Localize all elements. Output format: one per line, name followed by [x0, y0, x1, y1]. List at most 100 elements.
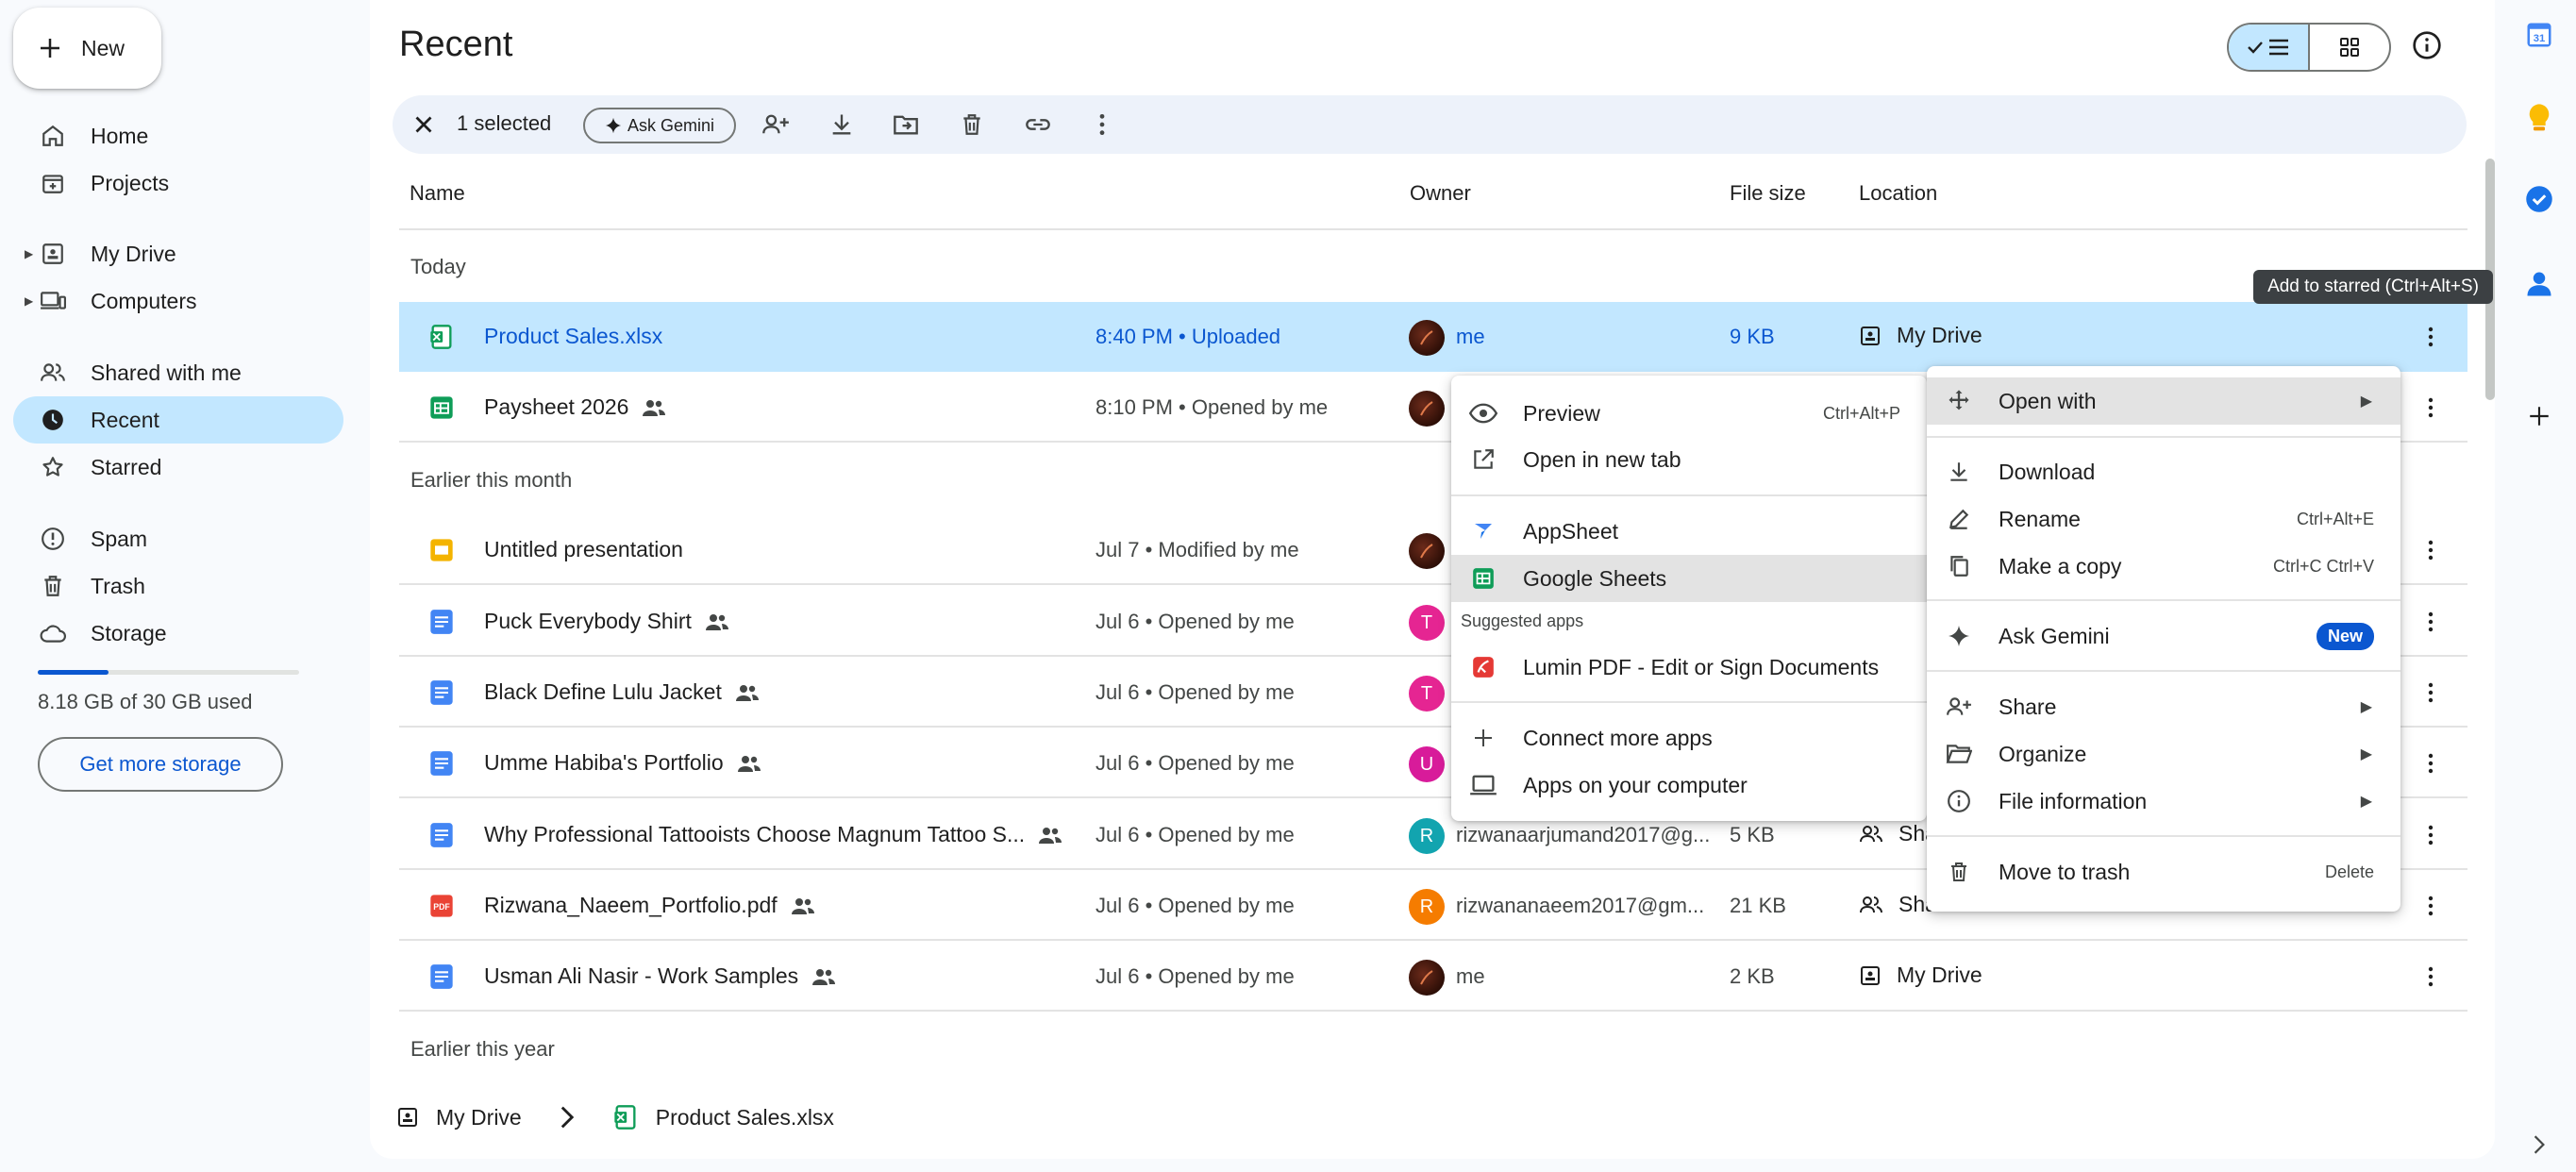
sidebar-item-my-drive[interactable]: ▶ My Drive	[13, 230, 343, 277]
menu-item-appsheet[interactable]: AppSheet	[1451, 508, 1927, 555]
new-button[interactable]: New	[13, 8, 161, 89]
sidebar-item-label: Projects	[91, 170, 170, 195]
menu-item-ask-gemini[interactable]: Ask Gemini New	[1927, 612, 2400, 660]
delete-trash-icon[interactable]	[957, 109, 987, 140]
hide-side-panel-chevron-icon[interactable]	[2523, 1129, 2555, 1161]
share-add-person-icon	[1944, 692, 1974, 722]
breadcrumb-my-drive[interactable]: My Drive	[436, 1105, 522, 1130]
column-header-file-size[interactable]: File size	[1730, 181, 1806, 206]
move-folder-icon[interactable]	[891, 109, 921, 140]
shared-people-icon	[705, 611, 729, 632]
menu-item-move-to-trash[interactable]: Move to trash Delete	[1927, 848, 2400, 896]
menu-item-make-copy[interactable]: Make a copy Ctrl+C Ctrl+V	[1927, 543, 2400, 590]
row-more-actions-icon[interactable]	[2417, 963, 2445, 991]
sidebar-item-label: Trash	[91, 573, 145, 598]
row-more-actions-icon[interactable]	[2417, 821, 2445, 849]
file-last-activity: Jul 6 • Opened by me	[1096, 894, 1295, 917]
shared-people-icon	[735, 682, 760, 703]
share-add-person-icon[interactable]	[761, 109, 791, 140]
column-header-name[interactable]: Name	[410, 181, 465, 206]
get-more-storage-button[interactable]: Get more storage	[38, 737, 283, 792]
google-docs-icon	[427, 678, 456, 707]
column-header-owner[interactable]: Owner	[1410, 181, 1471, 206]
ask-gemini-button[interactable]: Ask Gemini	[583, 108, 736, 143]
sidebar-item-home[interactable]: Home	[13, 112, 343, 159]
row-more-actions-icon[interactable]	[2417, 678, 2445, 707]
menu-item-preview[interactable]: Preview Ctrl+Alt+P	[1451, 390, 1927, 437]
clear-selection-close-icon[interactable]	[410, 110, 438, 139]
svg-text:PDF: PDF	[433, 902, 450, 912]
storage-text: 8.18 GB of 30 GB used	[38, 690, 253, 713]
sidebar-item-recent[interactable]: Recent	[13, 396, 343, 444]
sidebar-item-computers[interactable]: ▶ Computers	[13, 277, 343, 325]
row-more-actions-icon[interactable]	[2417, 393, 2445, 422]
sidebar-item-trash[interactable]: Trash	[13, 562, 343, 610]
caret-right-icon[interactable]: ▶	[25, 247, 33, 260]
file-name: Untitled presentation	[484, 537, 683, 561]
sidebar-item-starred[interactable]: Starred	[13, 444, 343, 491]
menu-item-computer-apps[interactable]: Apps on your computer	[1451, 762, 1927, 809]
submenu-arrow-icon: ▶	[2360, 393, 2372, 410]
sidebar-item-label: Starred	[91, 454, 162, 479]
folder-open-icon	[1944, 739, 1974, 769]
menu-item-lumin-pdf[interactable]: Lumin PDF - Edit or Sign Documents	[1451, 644, 1927, 691]
table-row[interactable]: Usman Ali Nasir - Work Samples Jul 6 • O…	[399, 942, 2467, 1012]
more-actions-icon[interactable]	[1087, 109, 1117, 140]
menu-item-file-information[interactable]: File information ▶	[1927, 778, 2400, 825]
details-info-icon[interactable]	[2412, 30, 2442, 60]
menu-item-organize[interactable]: Organize ▶	[1927, 730, 2400, 778]
file-location: My Drive	[1859, 963, 1982, 988]
file-last-activity: Jul 6 • Opened by me	[1096, 823, 1295, 846]
breadcrumb: My Drive Product Sales.xlsx	[396, 1104, 834, 1130]
new-badge: New	[2316, 622, 2374, 650]
menu-item-rename[interactable]: Rename Ctrl+Alt+E	[1927, 495, 2400, 543]
file-name: Usman Ali Nasir - Work Samples	[484, 963, 836, 989]
projects-icon	[38, 168, 68, 198]
google-docs-icon	[427, 608, 456, 636]
avatar: T	[1409, 605, 1445, 641]
spam-icon	[38, 524, 68, 554]
tasks-icon[interactable]	[2523, 183, 2555, 215]
download-icon[interactable]	[827, 109, 857, 140]
menu-divider	[1927, 436, 2400, 438]
row-more-actions-icon[interactable]	[2417, 536, 2445, 564]
breadcrumb-file[interactable]: Product Sales.xlsx	[656, 1105, 834, 1130]
caret-right-icon[interactable]: ▶	[25, 294, 33, 308]
google-docs-icon	[427, 963, 456, 991]
trash-icon	[38, 571, 68, 601]
submenu-arrow-icon: ▶	[2360, 699, 2372, 715]
add-addon-plus-icon[interactable]	[2523, 400, 2555, 432]
info-icon	[1944, 786, 1974, 816]
sidebar-item-shared[interactable]: Shared with me	[13, 349, 343, 396]
row-more-actions-icon[interactable]	[2417, 608, 2445, 636]
sidebar-item-storage[interactable]: Storage	[13, 610, 343, 657]
menu-item-download[interactable]: Download	[1927, 448, 2400, 495]
menu-item-share[interactable]: Share ▶	[1927, 683, 2400, 730]
sidebar-item-projects[interactable]: Projects	[13, 159, 343, 207]
sidebar-item-label: Storage	[91, 620, 167, 645]
file-size: 5 KB	[1730, 823, 1775, 846]
contacts-icon[interactable]	[2523, 268, 2555, 300]
menu-divider	[1927, 835, 2400, 837]
grid-view-button[interactable]	[2310, 25, 2389, 70]
menu-item-open-new-tab[interactable]: Open in new tab	[1451, 436, 1927, 483]
menu-divider	[1927, 599, 2400, 601]
menu-item-google-sheets[interactable]: Google Sheets	[1451, 555, 1927, 602]
table-row[interactable]: Product Sales.xlsx 8:40 PM • Uploaded me…	[399, 302, 2467, 372]
row-more-actions-icon[interactable]	[2417, 749, 2445, 778]
menu-divider	[1927, 670, 2400, 672]
avatar	[1409, 320, 1445, 356]
keep-icon[interactable]	[2523, 102, 2555, 134]
sidebar-item-spam[interactable]: Spam	[13, 515, 343, 562]
menu-item-open-with[interactable]: Open with ▶	[1927, 377, 2400, 425]
list-view-button[interactable]	[2229, 25, 2310, 70]
row-more-actions-icon[interactable]	[2417, 323, 2445, 351]
file-owner: rizwananaeem2017@gm...	[1456, 894, 1705, 917]
view-toggle[interactable]	[2227, 23, 2391, 72]
row-more-actions-icon[interactable]	[2417, 892, 2445, 920]
column-header-location[interactable]: Location	[1859, 181, 1937, 206]
menu-item-connect-apps[interactable]: Connect more apps	[1451, 714, 1927, 762]
copy-link-icon[interactable]	[1023, 109, 1053, 140]
calendar-icon[interactable]: 31	[2523, 19, 2555, 51]
file-size: 21 KB	[1730, 894, 1786, 917]
